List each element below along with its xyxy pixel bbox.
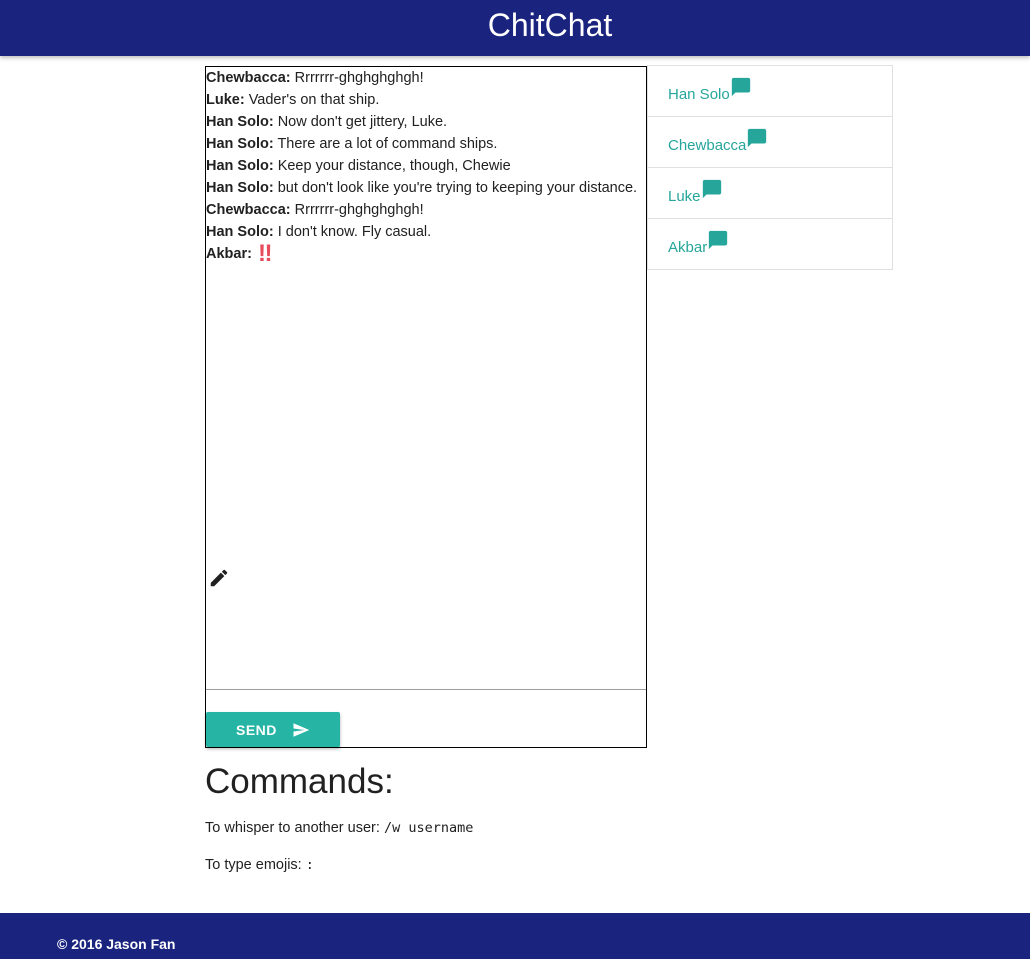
footer: © 2016 Jason Fan [0,913,1030,959]
message-row: Han Solo: There are a lot of command shi… [206,133,646,155]
message-row: Chewbacca: Rrrrrrr-ghghghghgh! [206,67,646,89]
user-name[interactable]: Han Solo [668,86,730,103]
message-sender: Chewbacca: [206,70,291,86]
message-text: There are a lot of command ships. [273,136,498,152]
message-text: Keep your distance, though, Chewie [273,158,511,174]
message-row: Han Solo: Now don't get jittery, Luke. [206,111,646,133]
message-row: Chewbacca: Rrrrrrr-ghghghghgh! [206,199,646,221]
user-link[interactable]: Akbar [668,230,728,256]
message-text: I don't know. Fly casual. [273,224,432,240]
user-link[interactable]: Chewbacca [668,128,767,154]
chat-bubble-icon[interactable] [707,229,729,251]
message-row: Luke: Vader's on that ship. [206,89,646,111]
user-item-akbar[interactable]: Akbar [648,219,892,269]
emoji-label: To type emojis: [205,857,306,873]
whisper-code: /w username [383,820,474,836]
user-name[interactable]: Luke [668,188,701,205]
message-sender: Han Solo: [206,224,274,240]
message-row: Han Solo: Keep your distance, though, Ch… [206,155,646,177]
user-link[interactable]: Han Solo [668,77,750,103]
user-name[interactable]: Akbar [668,239,707,256]
message-sender: Han Solo: [206,158,274,174]
send-button[interactable]: SEND [206,712,340,747]
emoji-command-line: To type emojis: : [205,857,314,873]
input-underline [206,689,646,690]
user-link[interactable]: Luke [668,179,721,205]
user-item-luke[interactable]: Luke [648,168,892,219]
message-sender: Han Solo: [206,180,274,196]
chat-bubble-icon[interactable] [701,178,723,200]
message-text: Rrrrrrr-ghghghghgh! [290,70,424,86]
footer-copyright: © 2016 Jason Fan [57,936,176,952]
message-sender: Han Solo: [206,114,274,130]
pencil-icon [210,569,228,587]
chat-bubble-icon[interactable] [746,127,768,149]
message-list: Chewbacca: Rrrrrrr-ghghghghgh! Luke: Vad… [206,67,646,267]
user-item-han-solo[interactable]: Han Solo [648,66,892,117]
message-text: but don't look like you're trying to kee… [273,180,638,196]
chat-box: Chewbacca: Rrrrrrr-ghghghghgh! Luke: Vad… [205,66,650,748]
message-text: Rrrrrrr-ghghghghgh! [290,202,424,218]
whisper-label: To whisper to another user: [205,820,384,836]
message-sender: Luke: [206,92,245,108]
message-input[interactable] [206,657,650,689]
send-button-label: SEND [236,722,277,738]
message-text: Now don't get jittery, Luke. [273,114,448,130]
app-title[interactable]: ChitChat [0,0,1030,50]
message-row: Akbar: ‼ [206,240,646,267]
user-list: Han Solo Chewbacca Luke Akbar [647,65,893,270]
user-name[interactable]: Chewbacca [668,137,746,154]
emoji-code: : [305,857,314,873]
message-row: Han Solo: but don't look like you're try… [206,177,646,199]
double-exclamation-emoji: ‼ [257,240,272,267]
message-sender: Akbar: [206,246,252,262]
message-row: Han Solo: I don't know. Fly casual. [206,221,646,243]
chat-bubble-icon[interactable] [730,76,752,98]
commands-heading: Commands: [205,762,394,801]
whisper-command-line: To whisper to another user: /w username [205,820,473,836]
send-icon [293,723,310,737]
message-sender: Chewbacca: [206,202,291,218]
message-sender: Han Solo: [206,136,274,152]
message-text: Vader's on that ship. [244,92,380,108]
user-item-chewbacca[interactable]: Chewbacca [648,117,892,168]
top-navbar: ChitChat [0,0,1030,56]
